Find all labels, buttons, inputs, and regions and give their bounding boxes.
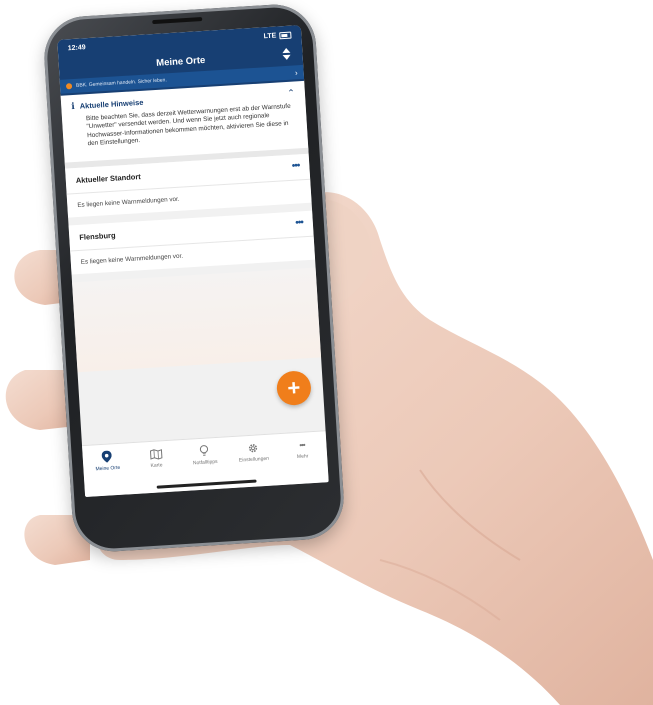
hint-text: Bitte beachten Sie, dass derzeit Wetterw… [85,102,291,148]
more-dots-icon[interactable]: ••• [292,160,300,171]
chevron-right-icon: › [294,67,298,77]
add-location-button[interactable]: + [275,370,312,407]
tab-label: Notfalltipps [192,458,218,467]
tab-meine-orte[interactable]: Meine Orte [85,449,132,497]
tab-label: Meine Orte [95,464,121,473]
network-label: LTE [263,32,277,40]
hint-title: Aktuelle Hinweise [79,97,144,111]
tab-label: Mehr [296,453,309,461]
location-pin-icon [102,450,113,463]
smartphone: 12:49 LTE Meine Orte BBK. Gemeinsam hand… [41,2,347,554]
tab-label: Einstellungen [238,455,270,464]
app-screen: 12:49 LTE Meine Orte BBK. Gemeinsam hand… [57,25,329,498]
tab-bar: Meine Orte Karte Notfalltipps Einstellun… [81,430,329,498]
location-card[interactable]: Flensburg ••• Es liegen keine Warnmeldun… [68,210,316,275]
map-icon [149,447,163,460]
chevron-up-icon[interactable]: ⌃ [287,88,295,99]
status-indicators: LTE [263,31,292,40]
gear-icon [247,441,259,454]
location-name: Flensburg [79,230,116,242]
info-icon: i [71,101,76,112]
banner-text: BBK. Gemeinsam handeln. Sicher leben. [75,77,167,89]
bbk-logo-icon [65,83,73,90]
empty-area [72,267,322,372]
tab-label: Karte [150,462,163,469]
speaker-notch [152,17,203,25]
lightbulb-icon [200,444,210,457]
more-dots-icon[interactable]: ••• [295,217,303,228]
status-time: 12:49 [67,43,86,52]
sort-icon[interactable] [282,47,291,61]
tab-mehr[interactable]: ••• Mehr [280,437,327,485]
location-name: Aktueller Standort [75,171,141,185]
page-title: Meine Orte [155,54,206,69]
battery-icon [279,31,292,39]
more-dots-icon: ••• [298,440,305,450]
